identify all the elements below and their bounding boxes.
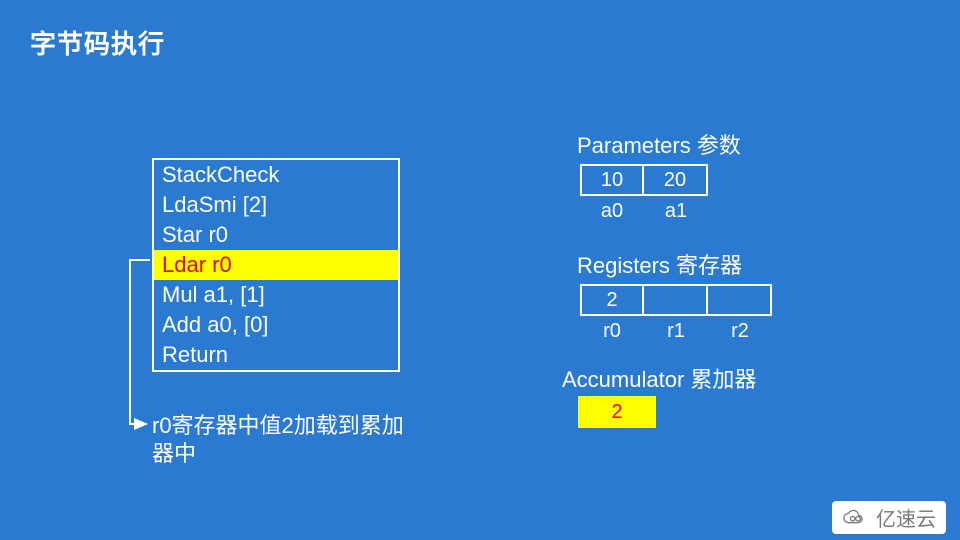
bytecode-line: Mul a1, [1] xyxy=(154,280,398,310)
param-name: a0 xyxy=(580,200,644,223)
parameters-cells: 10 20 xyxy=(580,164,708,196)
bytecode-line-current: Ldar r0 xyxy=(154,250,398,280)
bytecode-line: StackCheck xyxy=(154,160,398,190)
registers-label: Registers 寄存器 xyxy=(577,248,742,280)
bytecode-line: LdaSmi [2] xyxy=(154,190,398,220)
param-name: a1 xyxy=(644,200,708,223)
register-cell xyxy=(708,284,772,316)
cloud-icon xyxy=(838,508,870,528)
registers-names: r0 r1 r2 xyxy=(580,320,772,343)
register-name: r2 xyxy=(708,320,772,343)
bytecode-line: Add a0, [0] xyxy=(154,310,398,340)
page-title: 字节码执行 xyxy=(30,24,165,61)
bytecode-line: Return xyxy=(154,340,398,370)
register-name: r0 xyxy=(580,320,644,343)
register-name: r1 xyxy=(644,320,708,343)
register-cell: 2 xyxy=(580,284,644,316)
registers-cells: 2 xyxy=(580,284,772,316)
step-caption: r0寄存器中值2加载到累加器中 xyxy=(152,412,412,468)
watermark: 亿速云 xyxy=(832,501,946,534)
parameters-names: a0 a1 xyxy=(580,200,708,223)
register-cell xyxy=(644,284,708,316)
accumulator-value: 2 xyxy=(578,396,656,428)
bytecode-box: StackCheck LdaSmi [2] Star r0 Ldar r0 Mu… xyxy=(152,158,400,372)
watermark-text: 亿速云 xyxy=(876,503,936,532)
accumulator-label: Accumulator 累加器 xyxy=(562,362,756,394)
param-cell: 20 xyxy=(644,164,708,196)
bytecode-line: Star r0 xyxy=(154,220,398,250)
parameters-label: Parameters 参数 xyxy=(577,128,741,160)
param-cell: 10 xyxy=(580,164,644,196)
